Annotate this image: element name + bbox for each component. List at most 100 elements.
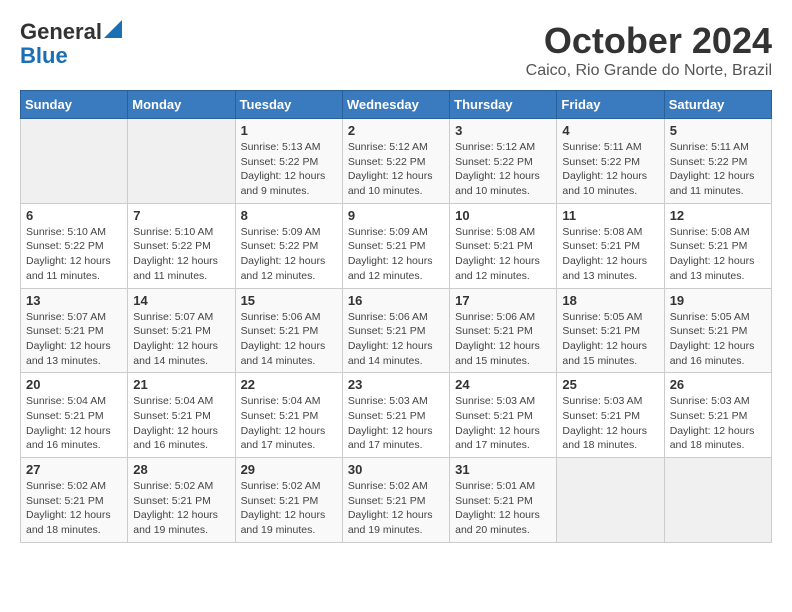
day-number: 11 [562, 208, 658, 223]
day-detail: Sunrise: 5:10 AMSunset: 5:22 PMDaylight:… [133, 225, 229, 284]
day-number: 12 [670, 208, 766, 223]
calendar-cell: 21Sunrise: 5:04 AMSunset: 5:21 PMDayligh… [128, 373, 235, 458]
calendar-header-row: SundayMondayTuesdayWednesdayThursdayFrid… [21, 91, 772, 119]
day-detail: Sunrise: 5:06 AMSunset: 5:21 PMDaylight:… [455, 310, 551, 369]
day-detail: Sunrise: 5:05 AMSunset: 5:21 PMDaylight:… [562, 310, 658, 369]
calendar-cell: 25Sunrise: 5:03 AMSunset: 5:21 PMDayligh… [557, 373, 664, 458]
day-detail: Sunrise: 5:06 AMSunset: 5:21 PMDaylight:… [241, 310, 337, 369]
calendar-cell: 1Sunrise: 5:13 AMSunset: 5:22 PMDaylight… [235, 119, 342, 204]
calendar-table: SundayMondayTuesdayWednesdayThursdayFrid… [20, 90, 772, 543]
calendar-week-row: 1Sunrise: 5:13 AMSunset: 5:22 PMDaylight… [21, 119, 772, 204]
day-detail: Sunrise: 5:04 AMSunset: 5:21 PMDaylight:… [133, 394, 229, 453]
calendar-cell: 7 Sunrise: 5:10 AMSunset: 5:22 PMDaylight… [128, 203, 235, 288]
calendar-cell: 6Sunrise: 5:10 AMSunset: 5:22 PMDaylight… [21, 203, 128, 288]
calendar-cell: 29 Sunrise: 5:02 AMSunset: 5:21 PMDayligh… [235, 458, 342, 543]
page-header: General Blue October 2024 Caico, Rio Gra… [20, 20, 772, 80]
logo-blue: Blue [20, 43, 68, 68]
day-detail: Sunrise: 5:03 AMSunset: 5:21 PMDaylight:… [348, 394, 444, 453]
day-number: 15 [241, 293, 337, 308]
day-number: 20 [26, 377, 122, 392]
day-number: 8 [241, 208, 337, 223]
day-number: 31 [455, 462, 551, 477]
day-detail: Sunrise: 5:02 AMSunset: 5:21 PMDaylight:… [133, 479, 229, 538]
title-block: October 2024 Caico, Rio Grande do Norte,… [526, 20, 772, 80]
day-number: 14 [133, 293, 229, 308]
calendar-cell: 9 Sunrise: 5:09 AMSunset: 5:21 PMDaylight… [342, 203, 449, 288]
calendar-cell: 16 Sunrise: 5:06 AMSunset: 5:21 PMDayligh… [342, 288, 449, 373]
day-detail: Sunrise: 5:02 AMSunset: 5:21 PMDaylight:… [26, 479, 122, 538]
day-number: 10 [455, 208, 551, 223]
day-detail: Sunrise: 5:09 AMSunset: 5:22 PMDaylight:… [241, 225, 337, 284]
day-number: 7 [133, 208, 229, 223]
day-number: 22 [241, 377, 337, 392]
calendar-cell: 26 Sunrise: 5:03 AMSunset: 5:21 PMDayligh… [664, 373, 771, 458]
calendar-cell: 22Sunrise: 5:04 AMSunset: 5:21 PMDayligh… [235, 373, 342, 458]
day-number: 16 [348, 293, 444, 308]
day-detail: Sunrise: 5:01 AMSunset: 5:21 PMDaylight:… [455, 479, 551, 538]
day-detail: Sunrise: 5:09 AMSunset: 5:21 PMDaylight:… [348, 225, 444, 284]
calendar-cell [21, 119, 128, 204]
day-detail: Sunrise: 5:03 AMSunset: 5:21 PMDaylight:… [455, 394, 551, 453]
day-number: 3 [455, 123, 551, 138]
logo-general: General [20, 20, 102, 44]
calendar-cell: 11 Sunrise: 5:08 AMSunset: 5:21 PMDayligh… [557, 203, 664, 288]
calendar-cell: 30Sunrise: 5:02 AMSunset: 5:21 PMDayligh… [342, 458, 449, 543]
location-subtitle: Caico, Rio Grande do Norte, Brazil [526, 62, 772, 80]
day-detail: Sunrise: 5:07 AMSunset: 5:21 PMDaylight:… [26, 310, 122, 369]
day-detail: Sunrise: 5:08 AMSunset: 5:21 PMDaylight:… [670, 225, 766, 284]
logo: General Blue [20, 20, 122, 68]
day-detail: Sunrise: 5:04 AMSunset: 5:21 PMDaylight:… [26, 394, 122, 453]
weekday-header: Sunday [21, 91, 128, 119]
day-detail: Sunrise: 5:05 AMSunset: 5:21 PMDaylight:… [670, 310, 766, 369]
day-number: 28 [133, 462, 229, 477]
day-number: 1 [241, 123, 337, 138]
day-detail: Sunrise: 5:02 AMSunset: 5:21 PMDaylight:… [241, 479, 337, 538]
calendar-cell: 13 Sunrise: 5:07 AMSunset: 5:21 PMDayligh… [21, 288, 128, 373]
day-number: 19 [670, 293, 766, 308]
day-number: 4 [562, 123, 658, 138]
calendar-cell [664, 458, 771, 543]
calendar-cell: 23 Sunrise: 5:03 AMSunset: 5:21 PMDayligh… [342, 373, 449, 458]
calendar-cell: 5 Sunrise: 5:11 AMSunset: 5:22 PMDaylight… [664, 119, 771, 204]
calendar-cell: 4 Sunrise: 5:11 AMSunset: 5:22 PMDaylight… [557, 119, 664, 204]
calendar-cell: 14 Sunrise: 5:07 AMSunset: 5:21 PMDayligh… [128, 288, 235, 373]
day-number: 2 [348, 123, 444, 138]
calendar-cell: 17Sunrise: 5:06 AMSunset: 5:21 PMDayligh… [450, 288, 557, 373]
calendar-cell: 3Sunrise: 5:12 AMSunset: 5:22 PMDaylight… [450, 119, 557, 204]
day-detail: Sunrise: 5:07 AMSunset: 5:21 PMDaylight:… [133, 310, 229, 369]
day-number: 13 [26, 293, 122, 308]
day-number: 5 [670, 123, 766, 138]
calendar-week-row: 27 Sunrise: 5:02 AMSunset: 5:21 PMDayligh… [21, 458, 772, 543]
weekday-header: Wednesday [342, 91, 449, 119]
day-detail: Sunrise: 5:08 AMSunset: 5:21 PMDaylight:… [562, 225, 658, 284]
calendar-cell: 27 Sunrise: 5:02 AMSunset: 5:21 PMDayligh… [21, 458, 128, 543]
day-detail: Sunrise: 5:06 AMSunset: 5:21 PMDaylight:… [348, 310, 444, 369]
weekday-header: Thursday [450, 91, 557, 119]
day-number: 9 [348, 208, 444, 223]
day-detail: Sunrise: 5:12 AMSunset: 5:22 PMDaylight:… [348, 140, 444, 199]
day-detail: Sunrise: 5:10 AMSunset: 5:22 PMDaylight:… [26, 225, 122, 284]
day-number: 26 [670, 377, 766, 392]
month-title: October 2024 [526, 20, 772, 62]
calendar-week-row: 20 Sunrise: 5:04 AMSunset: 5:21 PMDayligh… [21, 373, 772, 458]
day-number: 27 [26, 462, 122, 477]
calendar-cell: 15 Sunrise: 5:06 AMSunset: 5:21 PMDayligh… [235, 288, 342, 373]
logo-icon [104, 18, 122, 38]
day-detail: Sunrise: 5:08 AMSunset: 5:21 PMDaylight:… [455, 225, 551, 284]
weekday-header: Saturday [664, 91, 771, 119]
calendar-cell: 18Sunrise: 5:05 AMSunset: 5:21 PMDayligh… [557, 288, 664, 373]
calendar-cell [128, 119, 235, 204]
calendar-cell: 19 Sunrise: 5:05 AMSunset: 5:21 PMDayligh… [664, 288, 771, 373]
calendar-week-row: 13 Sunrise: 5:07 AMSunset: 5:21 PMDayligh… [21, 288, 772, 373]
day-detail: Sunrise: 5:03 AMSunset: 5:21 PMDaylight:… [670, 394, 766, 453]
weekday-header: Monday [128, 91, 235, 119]
calendar-cell: 20 Sunrise: 5:04 AMSunset: 5:21 PMDayligh… [21, 373, 128, 458]
day-number: 29 [241, 462, 337, 477]
weekday-header: Friday [557, 91, 664, 119]
day-detail: Sunrise: 5:11 AMSunset: 5:22 PMDaylight:… [562, 140, 658, 199]
calendar-cell: 8 Sunrise: 5:09 AMSunset: 5:22 PMDaylight… [235, 203, 342, 288]
day-number: 30 [348, 462, 444, 477]
day-detail: Sunrise: 5:11 AMSunset: 5:22 PMDaylight:… [670, 140, 766, 199]
day-number: 23 [348, 377, 444, 392]
weekday-header: Tuesday [235, 91, 342, 119]
